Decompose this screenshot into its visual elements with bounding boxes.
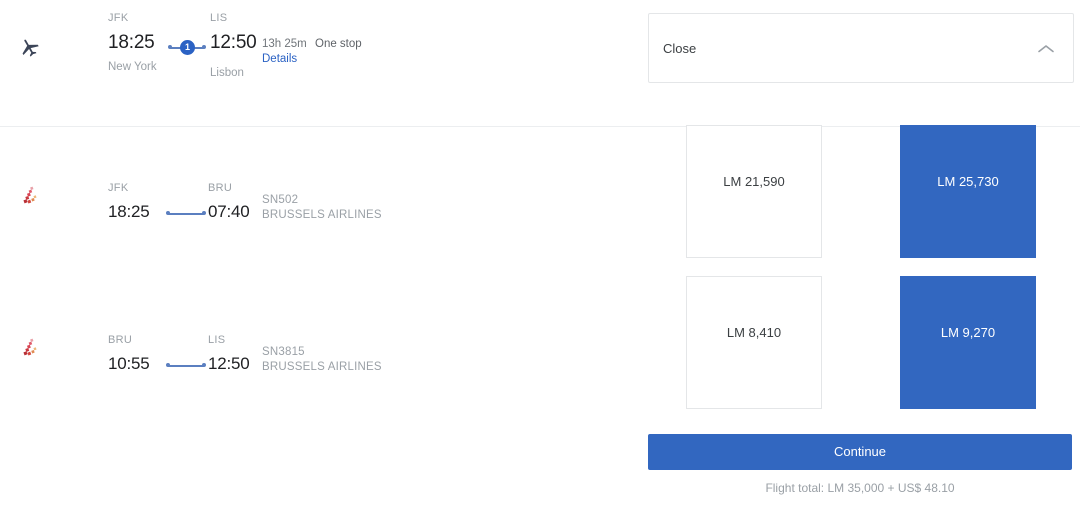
stops-label: One stop bbox=[315, 38, 362, 50]
itinerary-icon-cell bbox=[8, 36, 52, 60]
close-label: Close bbox=[663, 41, 697, 56]
fare-card[interactable]: LM 21,590 bbox=[686, 125, 822, 258]
leg-icon-cell bbox=[8, 184, 52, 215]
route-connector: 1 bbox=[168, 40, 206, 55]
leg-connector-dot-destination bbox=[202, 363, 206, 367]
fare-card-selected[interactable]: LM 9,270 bbox=[900, 276, 1036, 409]
leg-connector-line bbox=[168, 365, 204, 367]
itinerary-meta: 13h 25m One stop Details bbox=[262, 38, 462, 65]
flight-leg-row: BRU LIS 10:55 12:50 SN3815 BRUSSELS AIRL… bbox=[0, 320, 640, 400]
itinerary-column: JFK LIS 18:25 12:50 1 New York Lisbon 13… bbox=[0, 0, 640, 509]
close-panel-toggle[interactable]: Close bbox=[648, 13, 1074, 83]
fare-card-grid: LM 21,590 LM 25,730 LM 8,410 LM 9,270 bbox=[648, 125, 1074, 427]
fare-price: LM 9,270 bbox=[940, 325, 996, 340]
leg-arrival-code: LIS bbox=[208, 334, 226, 346]
fare-row: LM 21,590 LM 25,730 bbox=[648, 125, 1074, 276]
leg-carrier-name: BRUSSELS AIRLINES bbox=[262, 361, 382, 373]
leg-carrier-info: SN3815 BRUSSELS AIRLINES bbox=[262, 345, 482, 375]
chevron-up-icon[interactable] bbox=[1037, 42, 1055, 60]
flight-fare-selection-page: JFK LIS 18:25 12:50 1 New York Lisbon 13… bbox=[0, 0, 1080, 509]
fare-price: LM 25,730 bbox=[937, 174, 999, 189]
leg-connector-dot-origin bbox=[166, 363, 170, 367]
arrival-city: Lisbon bbox=[210, 67, 244, 79]
leg-carrier-name: BRUSSELS AIRLINES bbox=[262, 209, 382, 221]
leg-departure-code: JFK bbox=[108, 182, 129, 194]
fare-price: LM 8,410 bbox=[726, 325, 782, 340]
flight-total-label: Flight total: LM 35,000 + US$ 48.10 bbox=[765, 481, 955, 495]
leg-flight-number: SN3815 bbox=[262, 346, 305, 358]
leg-flight-number: SN502 bbox=[262, 194, 299, 206]
departure-city: New York bbox=[108, 61, 157, 73]
connector-dot-destination bbox=[202, 45, 206, 49]
fare-row: LM 8,410 LM 9,270 bbox=[648, 276, 1074, 427]
leg-arrival-code: BRU bbox=[208, 182, 233, 194]
leg-connector-dot-origin bbox=[166, 211, 170, 215]
departure-airport-code: JFK bbox=[108, 12, 129, 24]
leg-connector bbox=[166, 211, 206, 217]
flight-leg-row: JFK BRU 18:25 07:40 SN502 BRUSSELS AIRLI… bbox=[0, 168, 640, 248]
leg-connector-dot-destination bbox=[202, 211, 206, 215]
details-link[interactable]: Details bbox=[262, 53, 297, 65]
fare-card[interactable]: LM 8,410 bbox=[686, 276, 822, 409]
leg-connector-line bbox=[168, 213, 204, 215]
connector-dot-origin bbox=[168, 45, 172, 49]
flight-duration: 13h 25m bbox=[262, 38, 307, 50]
arrival-airport-code: LIS bbox=[210, 12, 228, 24]
leg-departure-time: 10:55 bbox=[108, 354, 150, 373]
leg-departure-code: BRU bbox=[108, 334, 133, 346]
leg-arrival-time: 07:40 bbox=[208, 202, 250, 221]
continue-button[interactable]: Continue bbox=[648, 434, 1072, 470]
fare-price: LM 21,590 bbox=[723, 174, 785, 189]
leg-departure-time: 18:25 bbox=[108, 202, 150, 221]
brussels-airlines-logo bbox=[17, 338, 43, 366]
brussels-airlines-logo bbox=[17, 186, 43, 214]
stops-count-badge: 1 bbox=[180, 40, 195, 55]
arrival-time: 12:50 bbox=[210, 32, 257, 53]
leg-icon-cell bbox=[8, 336, 52, 367]
leg-arrival-time: 12:50 bbox=[208, 354, 250, 373]
fare-card-selected[interactable]: LM 25,730 bbox=[900, 125, 1036, 258]
airplane-icon bbox=[8, 36, 52, 60]
fare-selection-column: Close LM 21,590 LM 25,730 LM 8,410 LM 9,… bbox=[648, 0, 1074, 509]
leg-carrier-info: SN502 BRUSSELS AIRLINES bbox=[262, 193, 482, 223]
departure-time: 18:25 bbox=[108, 32, 155, 53]
itinerary-summary-row: JFK LIS 18:25 12:50 1 New York Lisbon 13… bbox=[0, 0, 640, 126]
leg-connector bbox=[166, 363, 206, 369]
